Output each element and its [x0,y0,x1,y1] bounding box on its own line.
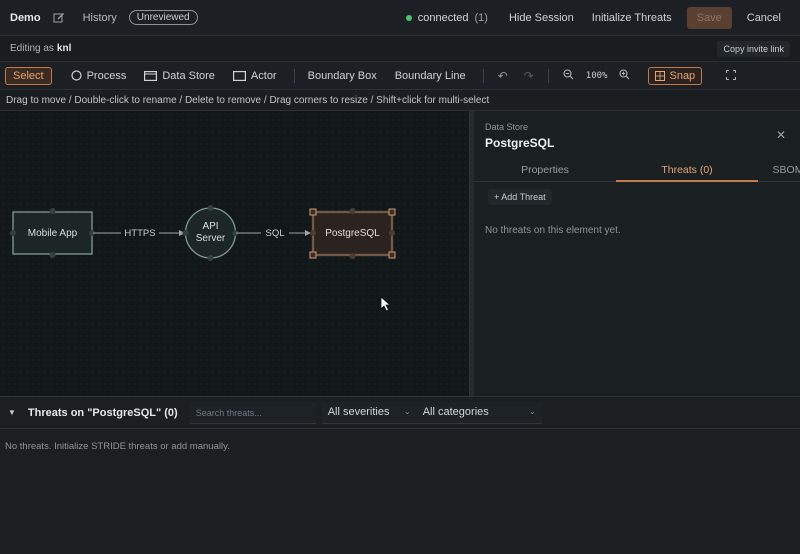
node-postgresql-label: PostgreSQL [325,228,380,239]
editing-label: Editing as [10,43,54,54]
editing-bar: Editing as knl Copy invite link [0,36,800,62]
redo-icon[interactable]: ↷ [516,69,542,83]
undo-icon[interactable]: ↶ [490,69,516,83]
resize-handle-bl[interactable] [309,251,317,259]
node-mobile-app-label: Mobile App [28,228,78,239]
edge-sql-label: SQL [265,228,284,239]
diagram-svg[interactable]: Mobile App HTTPS API Server SQL PostgreS… [0,111,470,396]
resize-handle-br[interactable] [388,251,396,259]
chevron-down-icon: ⌄ [529,407,536,416]
connection-status-dot [405,14,412,21]
tab-sbom[interactable]: SBOM [758,158,800,182]
toolbar: Select Process Data Store Actor Boundary… [0,62,800,90]
edge-https-label: HTTPS [124,228,155,239]
select-tool[interactable]: Select [5,66,52,85]
top-bar: Demo History Unreviewed connected (1) Hi… [0,0,800,36]
element-name: PostgreSQL [485,136,555,150]
chevron-down-icon: ⌄ [404,407,411,416]
snap-toggle[interactable]: Snap [648,66,703,85]
tab-properties[interactable]: Properties [474,158,616,182]
tab-threats[interactable]: Threats (0) [616,158,758,182]
zoom-level: 100% [585,70,608,81]
fullscreen-icon[interactable] [718,69,744,83]
threats-panel-title: Threats on "PostgreSQL" (0) [27,406,178,419]
category-filter[interactable]: All categories ⌄ [416,401,542,424]
save-button[interactable]: Save [686,6,732,29]
actor-tool-label: Actor [250,69,277,82]
boundary-line-tool[interactable]: Boundary Line [388,67,473,85]
panel-tabs: Properties Threats (0) SBOM [474,158,800,182]
close-icon[interactable]: ✕ [776,128,786,142]
threats-panel-header: ▼ Threats on "PostgreSQL" (0) Search thr… [0,396,800,429]
edge-sql[interactable]: SQL [236,225,311,240]
hide-session-button[interactable]: Hide Session [500,8,583,28]
edge-https[interactable]: HTTPS [93,225,185,240]
copy-invite-link-button[interactable]: Copy invite link [717,40,790,57]
review-status-badge[interactable]: Unreviewed [128,10,198,25]
node-postgresql[interactable]: PostgreSQL [309,208,396,259]
rectangle-icon [232,70,246,81]
mouse-cursor-icon [380,296,392,312]
data-store-tool-label: Data Store [162,69,215,82]
element-type: Data Store [485,122,529,132]
toolbar-divider [547,68,549,83]
actor-tool[interactable]: Actor [226,67,284,85]
collapse-triangle-icon[interactable]: ▼ [8,408,16,417]
diagram-canvas[interactable]: Mobile App HTTPS API Server SQL PostgreS… [0,111,470,396]
node-api-server[interactable]: API Server [182,205,239,261]
node-api-server-label-1: API [202,221,218,232]
process-tool[interactable]: Process [64,67,134,85]
panel-empty-message: No threats on this element yet. [485,225,621,236]
connection-status-text: connected [417,11,469,24]
initialize-threats-button[interactable]: Initialize Threats [583,8,681,28]
boundary-box-tool[interactable]: Boundary Box [301,67,384,85]
datastore-icon [144,70,158,81]
process-tool-label: Process [86,69,127,82]
history-button[interactable]: History [83,12,117,24]
edit-icon[interactable] [53,12,65,24]
connected-users-count: (1) [474,11,488,24]
resize-handle-tr[interactable] [388,208,396,216]
hint-text: Drag to move / Double-click to rename / … [6,94,490,106]
node-api-server-label-2: Server [196,233,226,244]
severity-filter[interactable]: All severities ⌄ [321,401,417,424]
node-mobile-app[interactable]: Mobile App [10,208,95,258]
toolbar-divider [293,68,295,83]
project-title[interactable]: Demo [10,12,41,24]
data-store-tool[interactable]: Data Store [137,67,222,85]
hint-bar: Drag to move / Double-click to rename / … [0,90,800,111]
add-threat-button[interactable]: + Add Threat [488,189,552,205]
properties-panel: Data Store PostgreSQL ✕ Properties Threa… [474,111,800,396]
grid-icon [655,70,666,81]
cancel-button[interactable]: Cancel [738,8,790,28]
snap-label: Snap [669,69,696,82]
zoom-in-icon[interactable] [611,68,638,83]
threats-panel-body: No threats. Initialize STRIDE threats or… [0,429,800,554]
zoom-out-icon[interactable] [555,68,582,83]
circle-icon [70,70,82,81]
severity-filter-value: All severities [327,406,390,418]
resize-handle-tl[interactable] [309,208,317,216]
threat-search-input[interactable]: Search threats... [189,401,316,424]
editing-user: knl [56,43,72,54]
session-controls: connected (1) Hide Session Initialize Th… [405,6,790,29]
threats-empty-message: No threats. Initialize STRIDE threats or… [5,441,230,452]
category-filter-value: All categories [422,406,489,418]
toolbar-divider [482,68,484,83]
